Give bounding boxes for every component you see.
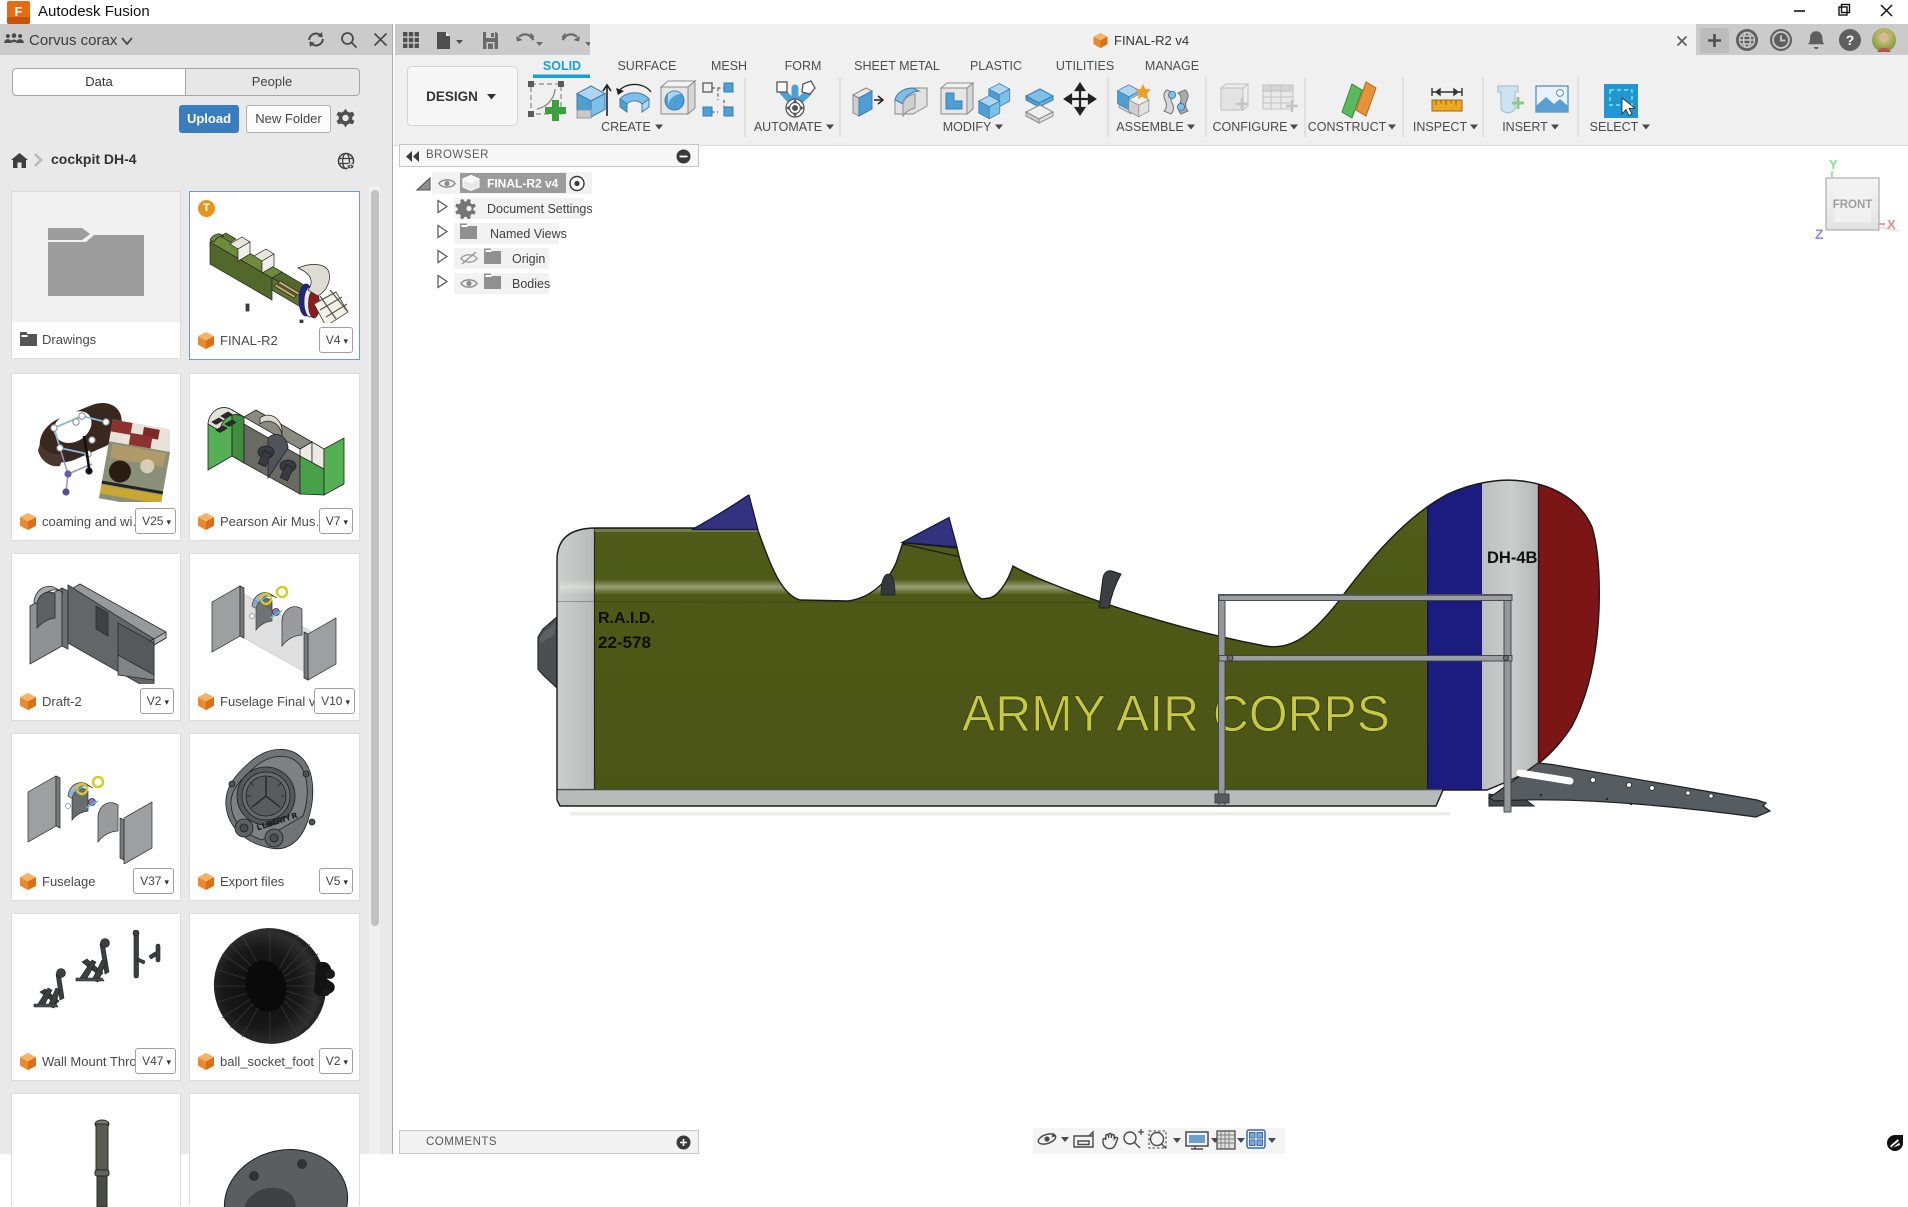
svg-text:?: ? xyxy=(1846,32,1855,48)
svg-text:CONFIGURE: CONFIGURE xyxy=(1213,120,1288,134)
svg-text:SHEET METAL: SHEET METAL xyxy=(854,59,940,73)
svg-text:ASSEMBLE: ASSEMBLE xyxy=(1116,120,1183,134)
svg-text:AUTOMATE: AUTOMATE xyxy=(754,120,822,134)
svg-text:SURFACE: SURFACE xyxy=(617,59,676,73)
svg-text:22-578: 22-578 xyxy=(598,633,651,652)
svg-text:SOLID: SOLID xyxy=(543,59,581,73)
svg-text:Bodies: Bodies xyxy=(512,277,550,291)
svg-text:UTILITIES: UTILITIES xyxy=(1056,59,1114,73)
svg-text:DESIGN: DESIGN xyxy=(426,89,478,104)
svg-text:MANAGE: MANAGE xyxy=(1145,59,1199,73)
svg-text:DH-4B: DH-4B xyxy=(1487,549,1538,567)
svg-text:X: X xyxy=(1887,217,1896,232)
svg-text:CONSTRUCT: CONSTRUCT xyxy=(1308,120,1387,134)
svg-text:MESH: MESH xyxy=(711,59,747,73)
svg-text:PLASTIC: PLASTIC xyxy=(970,59,1022,73)
svg-text:FRONT: FRONT xyxy=(1833,199,1873,211)
svg-text:Named Views: Named Views xyxy=(490,227,567,241)
svg-text:Y: Y xyxy=(1829,157,1838,172)
svg-text:INSPECT: INSPECT xyxy=(1413,120,1468,134)
svg-text:Document Settings: Document Settings xyxy=(487,202,593,216)
svg-text:ARMY AIR CORPS: ARMY AIR CORPS xyxy=(962,685,1390,742)
svg-text:Z: Z xyxy=(1815,226,1824,242)
svg-text:FINAL-R2 v4: FINAL-R2 v4 xyxy=(487,177,559,191)
svg-text:Origin: Origin xyxy=(512,252,545,266)
svg-text:MODIFY: MODIFY xyxy=(943,120,992,134)
svg-text:SELECT: SELECT xyxy=(1590,120,1639,134)
svg-text:CREATE: CREATE xyxy=(601,120,651,134)
svg-text:FORM: FORM xyxy=(785,59,822,73)
svg-text:R.A.I.D.: R.A.I.D. xyxy=(598,610,655,627)
svg-text:F: F xyxy=(15,4,23,19)
svg-text:INSERT: INSERT xyxy=(1502,120,1548,134)
